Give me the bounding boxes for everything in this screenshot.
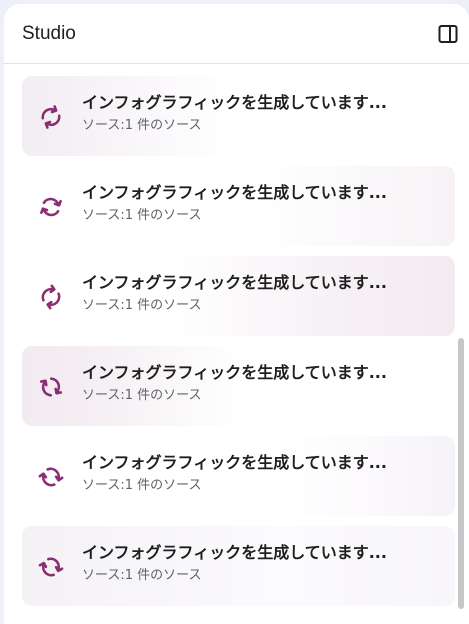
item-title: インフォグラフィックを生成しています...	[82, 183, 387, 202]
list-item[interactable]: インフォグラフィックを生成しています... ソース:1 件のソース	[22, 256, 455, 336]
list-item[interactable]: インフォグラフィックを生成しています... ソース:1 件のソース	[22, 166, 455, 246]
sync-icon	[41, 284, 61, 310]
item-title: インフォグラフィックを生成しています...	[82, 273, 387, 292]
item-source-count: ソース:1 件のソース	[82, 478, 202, 493]
list-scrollbar[interactable]	[458, 338, 464, 609]
list-item[interactable]: インフォグラフィックを生成しています... ソース:1 件のソース	[22, 526, 455, 606]
item-title: インフォグラフィックを生成しています...	[82, 363, 387, 382]
item-title: インフォグラフィックを生成しています...	[82, 93, 387, 112]
item-source-count: ソース:1 件のソース	[82, 118, 202, 133]
sync-icon	[38, 467, 64, 487]
panel-header: Studio	[4, 4, 469, 64]
item-source-count: ソース:1 件のソース	[82, 388, 202, 403]
sync-icon	[40, 197, 62, 217]
list-item[interactable]: インフォグラフィックを生成しています... ソース:1 件のソース	[22, 346, 455, 426]
item-source-count: ソース:1 件のソース	[82, 568, 202, 583]
studio-panel: Studio インフォグラフィックを生成しています... ソース:1 件のソース	[4, 4, 469, 624]
sync-icon	[38, 557, 64, 577]
artifact-list: インフォグラフィックを生成しています... ソース:1 件のソース インフォグラ…	[4, 64, 469, 624]
item-title: インフォグラフィックを生成しています...	[82, 453, 387, 472]
side-panel-icon[interactable]	[436, 22, 460, 46]
sync-icon	[39, 377, 63, 397]
list-item[interactable]: インフォグラフィックを生成しています... ソース:1 件のソース	[22, 436, 455, 516]
list-item[interactable]: インフォグラフィックを生成しています... ソース:1 件のソース	[22, 76, 455, 156]
sync-icon	[41, 105, 61, 129]
panel-title: Studio	[22, 23, 76, 44]
item-title: インフォグラフィックを生成しています...	[82, 543, 387, 562]
item-source-count: ソース:1 件のソース	[82, 208, 202, 223]
item-source-count: ソース:1 件のソース	[82, 298, 202, 313]
